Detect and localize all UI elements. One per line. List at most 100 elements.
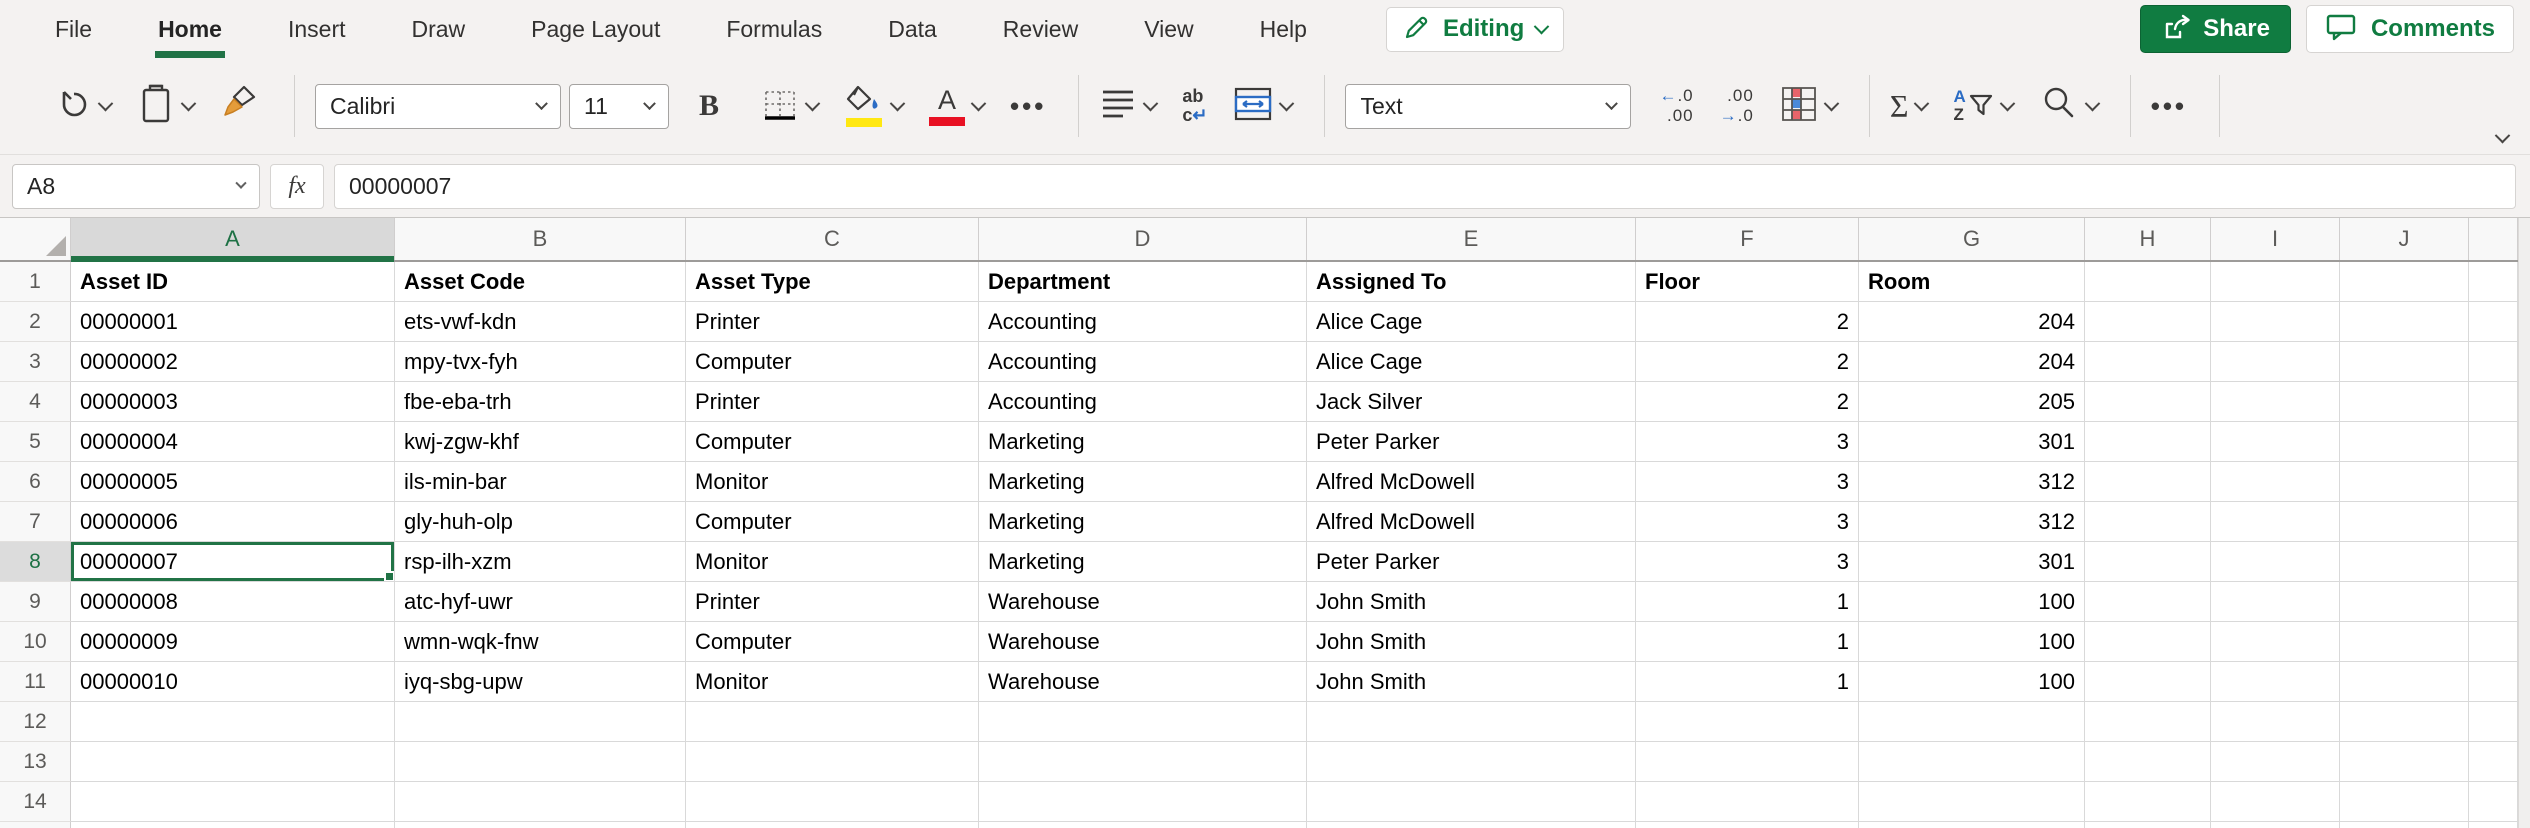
row-header-7[interactable]: 7 (0, 502, 71, 542)
tab-page-layout[interactable]: Page Layout (498, 0, 693, 58)
cell-C7[interactable]: Computer (686, 502, 979, 542)
cell-E8[interactable]: Peter Parker (1307, 542, 1636, 582)
select-all-corner[interactable] (0, 218, 71, 260)
cell-A10[interactable]: 00000009 (71, 622, 395, 662)
cell-E12[interactable] (1307, 702, 1636, 742)
sort-filter-button[interactable]: AZ (1953, 88, 2015, 124)
tab-help[interactable]: Help (1227, 0, 1340, 58)
cell-B2[interactable]: ets-vwf-kdn (395, 302, 686, 342)
cell-F15[interactable] (1636, 822, 1859, 828)
cell-G10[interactable]: 100 (1859, 622, 2085, 662)
cell-F1[interactable]: Floor (1636, 262, 1859, 302)
cell-J10[interactable] (2340, 622, 2469, 662)
cell-C14[interactable] (686, 782, 979, 822)
column-header-B[interactable]: B (395, 218, 686, 260)
cell-K12[interactable] (2469, 702, 2518, 742)
cell-D4[interactable]: Accounting (979, 382, 1307, 422)
cell-D10[interactable]: Warehouse (979, 622, 1307, 662)
row-header-14[interactable]: 14 (0, 782, 71, 822)
cell-E3[interactable]: Alice Cage (1307, 342, 1636, 382)
cell-J5[interactable] (2340, 422, 2469, 462)
cell-D6[interactable]: Marketing (979, 462, 1307, 502)
more-font-options-button[interactable]: ••• (1010, 91, 1046, 122)
cell-D7[interactable]: Marketing (979, 502, 1307, 542)
tab-view[interactable]: View (1111, 0, 1226, 58)
format-painter-button[interactable] (220, 83, 262, 130)
cell-G11[interactable]: 100 (1859, 662, 2085, 702)
cell-E7[interactable]: Alfred McDowell (1307, 502, 1636, 542)
cell-B14[interactable] (395, 782, 686, 822)
cell-K14[interactable] (2469, 782, 2518, 822)
cell-F14[interactable] (1636, 782, 1859, 822)
cell-B6[interactable]: ils-min-bar (395, 462, 686, 502)
row-header-2[interactable]: 2 (0, 302, 71, 342)
cell-K7[interactable] (2469, 502, 2518, 542)
cell-C12[interactable] (686, 702, 979, 742)
tab-review[interactable]: Review (970, 0, 1111, 58)
row-header-5[interactable]: 5 (0, 422, 71, 462)
column-header-partial[interactable] (2469, 218, 2518, 260)
cell-D13[interactable] (979, 742, 1307, 782)
cell-H1[interactable] (2085, 262, 2211, 302)
cell-K4[interactable] (2469, 382, 2518, 422)
cell-H11[interactable] (2085, 662, 2211, 702)
cell-C6[interactable]: Monitor (686, 462, 979, 502)
cell-F6[interactable]: 3 (1636, 462, 1859, 502)
collapse-ribbon-chevron-icon[interactable] (2494, 127, 2511, 144)
row-header-12[interactable]: 12 (0, 702, 71, 742)
column-header-D[interactable]: D (979, 218, 1307, 260)
font-size-select[interactable]: 11 (569, 83, 669, 129)
cell-F5[interactable]: 3 (1636, 422, 1859, 462)
cell-F2[interactable]: 2 (1636, 302, 1859, 342)
fill-handle[interactable] (384, 571, 394, 581)
cell-J3[interactable] (2340, 342, 2469, 382)
cell-H10[interactable] (2085, 622, 2211, 662)
cell-D5[interactable]: Marketing (979, 422, 1307, 462)
cell-A14[interactable] (71, 782, 395, 822)
conditional-formatting-button[interactable] (1780, 85, 1840, 128)
decrease-decimal-button[interactable]: ←.0 .00 (1659, 86, 1693, 125)
cell-B15[interactable] (395, 822, 686, 828)
cell-E4[interactable]: Jack Silver (1307, 382, 1636, 422)
cell-F11[interactable]: 1 (1636, 662, 1859, 702)
cell-H5[interactable] (2085, 422, 2211, 462)
cell-J11[interactable] (2340, 662, 2469, 702)
row-header-13[interactable]: 13 (0, 742, 71, 782)
cell-I8[interactable] (2211, 542, 2340, 582)
column-header-E[interactable]: E (1307, 218, 1636, 260)
cell-B12[interactable] (395, 702, 686, 742)
column-header-C[interactable]: C (686, 218, 979, 260)
cell-A1[interactable]: Asset ID (71, 262, 395, 302)
cell-H3[interactable] (2085, 342, 2211, 382)
cell-F13[interactable] (1636, 742, 1859, 782)
row-header-10[interactable]: 10 (0, 622, 71, 662)
cell-E5[interactable]: Peter Parker (1307, 422, 1636, 462)
tab-home[interactable]: Home (125, 0, 255, 58)
cell-C5[interactable]: Computer (686, 422, 979, 462)
comments-button[interactable]: Comments (2305, 5, 2514, 53)
cell-D2[interactable]: Accounting (979, 302, 1307, 342)
cell-B8[interactable]: rsp-ilh-xzm (395, 542, 686, 582)
cell-B3[interactable]: mpy-tvx-fyh (395, 342, 686, 382)
cell-C11[interactable]: Monitor (686, 662, 979, 702)
row-header-4[interactable]: 4 (0, 382, 71, 422)
cell-G2[interactable]: 204 (1859, 302, 2085, 342)
cell-C10[interactable]: Computer (686, 622, 979, 662)
borders-button[interactable] (761, 87, 821, 125)
cell-C8[interactable]: Monitor (686, 542, 979, 582)
cell-J15[interactable] (2340, 822, 2469, 828)
cell-D1[interactable]: Department (979, 262, 1307, 302)
cell-I5[interactable] (2211, 422, 2340, 462)
cell-A12[interactable] (71, 702, 395, 742)
cell-K2[interactable] (2469, 302, 2518, 342)
number-format-select[interactable]: Text (1345, 83, 1632, 129)
cell-K11[interactable] (2469, 662, 2518, 702)
editing-mode-button[interactable]: Editing (1385, 6, 1565, 52)
cell-B9[interactable]: atc-hyf-uwr (395, 582, 686, 622)
row-header-3[interactable]: 3 (0, 342, 71, 382)
cell-E6[interactable]: Alfred McDowell (1307, 462, 1636, 502)
cell-H12[interactable] (2085, 702, 2211, 742)
cell-G12[interactable] (1859, 702, 2085, 742)
cell-K6[interactable] (2469, 462, 2518, 502)
cell-K1[interactable] (2469, 262, 2518, 302)
